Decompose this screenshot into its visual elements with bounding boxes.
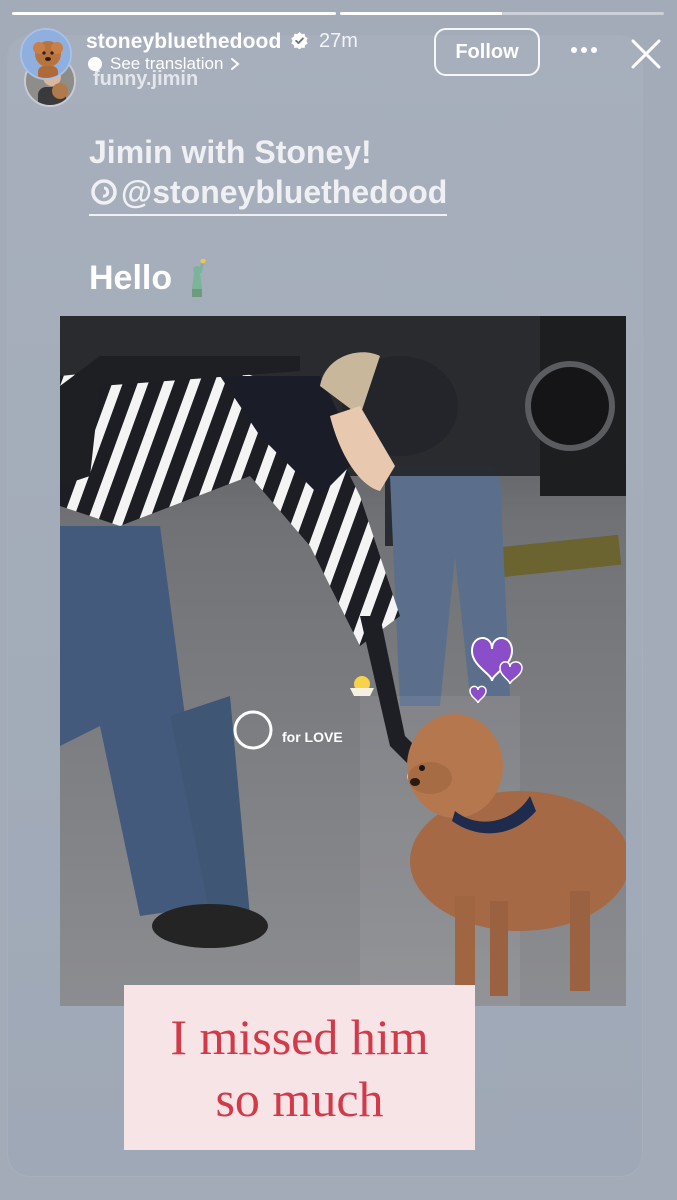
threads-icon <box>91 179 117 205</box>
verified-badge-icon <box>291 32 308 49</box>
caption-box: I missed him so much <box>124 985 475 1150</box>
see-translation-link[interactable]: See translation <box>86 54 241 74</box>
hello-text: Hello <box>89 256 210 300</box>
story-progress-fill-2 <box>340 12 502 15</box>
mention-link[interactable]: @stoneybluethedood <box>89 172 448 216</box>
chevron-right-icon <box>231 58 240 70</box>
sticker-text: for LOVE <box>282 729 343 745</box>
story-progress-1 <box>12 12 336 15</box>
photo-illustration: for LOVE <box>60 316 626 1006</box>
user-avatar[interactable] <box>20 28 72 80</box>
story-photo: for LOVE <box>60 316 626 1006</box>
more-horizontal-icon[interactable] <box>566 40 602 60</box>
story-progress-fill-1 <box>12 12 336 15</box>
statue-of-liberty-emoji <box>192 259 206 297</box>
story-progress-2 <box>340 12 664 15</box>
caption-line-1: I missed him <box>170 1008 429 1065</box>
translate-icon <box>88 57 102 71</box>
username[interactable]: stoneybluethedood <box>86 30 281 54</box>
close-icon[interactable] <box>628 36 664 72</box>
follow-button[interactable]: Follow <box>434 28 540 76</box>
see-translation-label: See translation <box>110 54 224 73</box>
story-headline: Jimin with Stoney! <box>89 134 372 170</box>
timestamp: 27m <box>319 30 358 52</box>
caption-line-2: so much <box>215 1070 384 1127</box>
hello-label: Hello <box>89 259 173 297</box>
mention-text: @stoneybluethedood <box>121 174 448 210</box>
